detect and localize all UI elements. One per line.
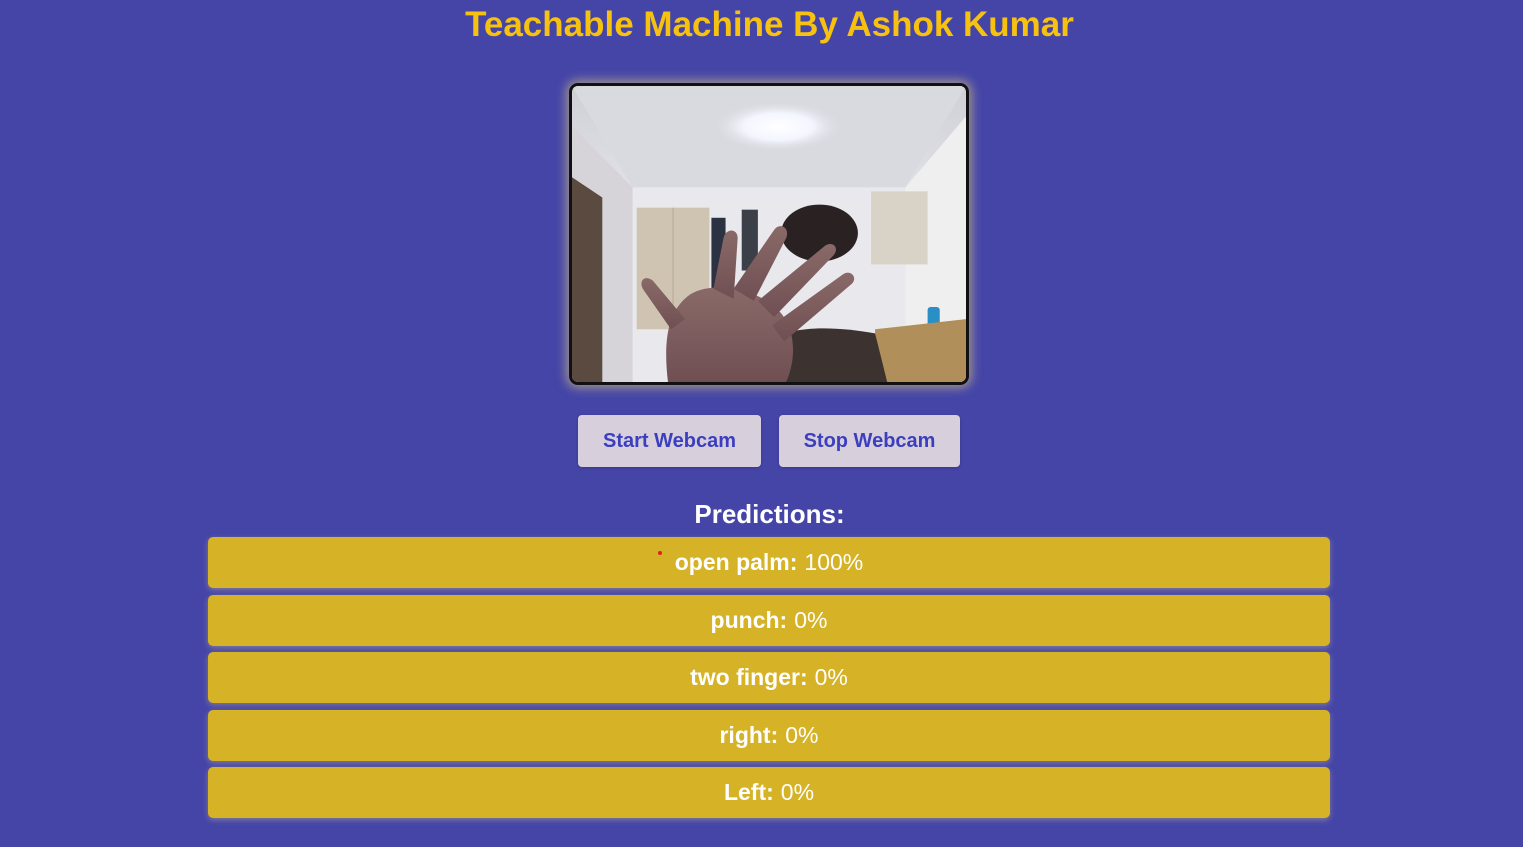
prediction-value: 0% bbox=[780, 779, 815, 805]
start-webcam-button[interactable]: Start Webcam bbox=[578, 415, 761, 467]
prediction-value: 0% bbox=[814, 664, 848, 690]
predictions-list: open palm: 100% punch: 0% two finger: 0%… bbox=[208, 537, 1330, 825]
prediction-value: 0% bbox=[794, 606, 828, 633]
page-title: Teachable Machine By Ashok Kumar bbox=[465, 5, 1074, 44]
prediction-row-right: right: 0% bbox=[208, 709, 1330, 761]
prediction-label: two finger: bbox=[690, 664, 808, 690]
prediction-label: punch: bbox=[710, 606, 788, 633]
prediction-label: right: bbox=[719, 721, 779, 748]
webcam-controls: Start Webcam Stop Webcam bbox=[578, 415, 960, 467]
prediction-row-left: Left: 0% bbox=[208, 767, 1330, 818]
stop-webcam-button[interactable]: Stop Webcam bbox=[779, 415, 960, 467]
webcam-view bbox=[569, 83, 969, 385]
prediction-row-open-palm: open palm: 100% bbox=[208, 537, 1330, 588]
prediction-row-two-finger: two finger: 0% bbox=[208, 652, 1330, 703]
prediction-label: Left: bbox=[723, 779, 774, 805]
prediction-value: 100% bbox=[804, 549, 864, 575]
prediction-row-punch: punch: 0% bbox=[208, 594, 1330, 646]
webcam-feed bbox=[572, 86, 966, 382]
page: Teachable Machine By Ashok Kumar Start W… bbox=[0, 0, 1523, 847]
prediction-value: 0% bbox=[785, 721, 819, 748]
prediction-label: open palm: bbox=[674, 549, 798, 575]
predictions-heading: Predictions: bbox=[694, 499, 845, 529]
dot-icon bbox=[658, 551, 662, 555]
